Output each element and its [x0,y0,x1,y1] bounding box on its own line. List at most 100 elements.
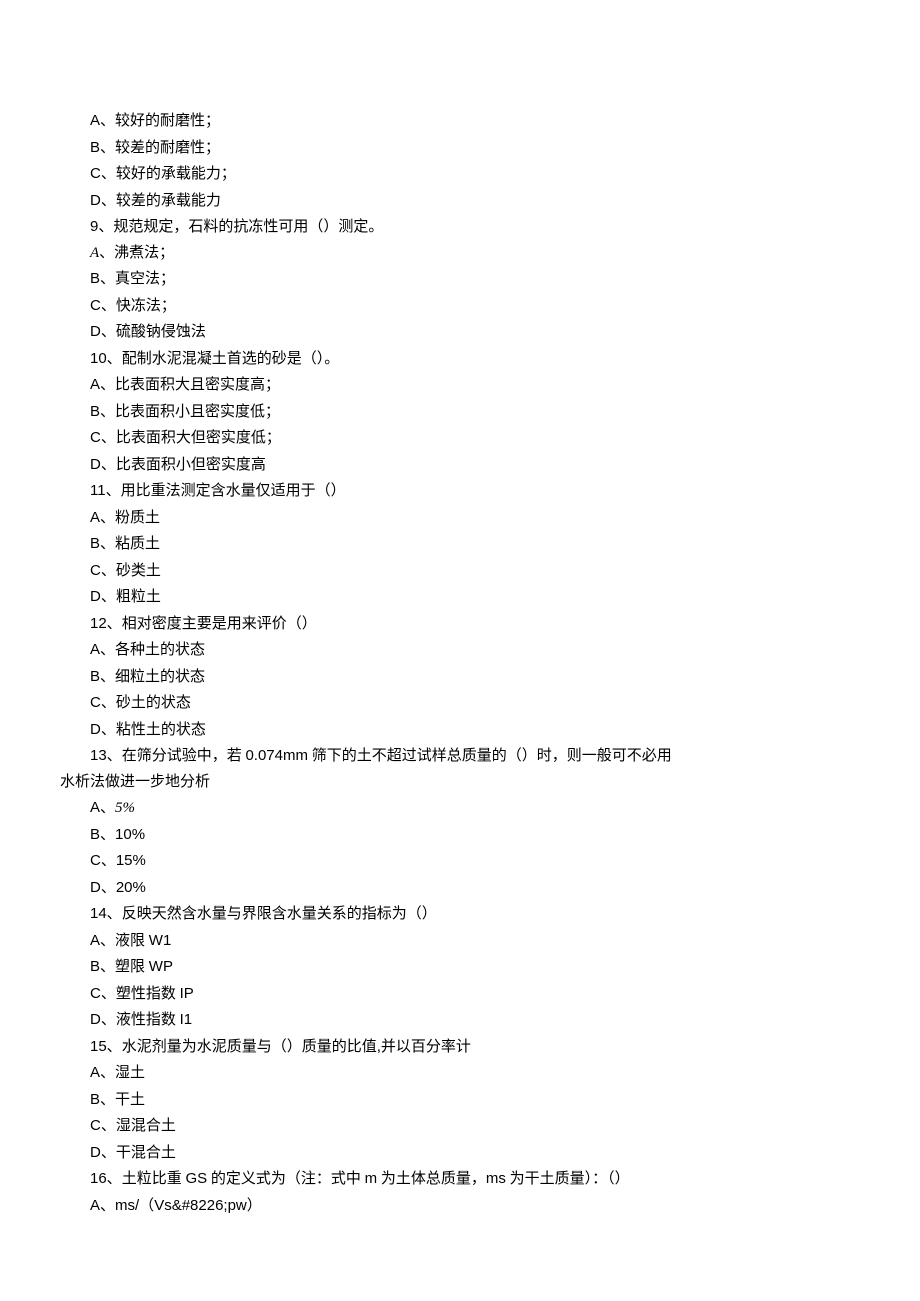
text-span: A、 [90,376,115,393]
text-span: C、 [90,562,116,579]
text-line: D、较差的承载能力 [60,188,860,215]
text-span: 水泥剂量为水泥质量与（）质量的比值 [122,1039,377,1055]
text-span: 细粒土的状态 [115,669,205,685]
text-span: 、沸煮法； [99,245,174,261]
text-span: GS [185,1170,207,1187]
text-span: A [90,245,99,261]
text-span: 9、 [90,218,113,235]
text-line: 12、相对密度主要是用来评价（） [60,611,860,638]
text-span: A、ms/ [90,1197,139,1214]
text-span: 10、 [90,350,122,367]
text-span: 粗粒土 [116,589,161,605]
text-span: 比表面积大但密实度低； [116,430,281,446]
text-line: D、干混合土 [60,1140,860,1167]
text-line: D、硫酸钠侵蚀法 [60,319,860,346]
text-span: C、 [90,297,116,314]
text-span: 0.074mm [245,747,308,764]
text-span: 硫酸钠侵蚀法 [116,324,206,340]
text-span: C、 [90,694,116,711]
text-line: 11、用比重法测定含水量仅适用于（） [60,478,860,505]
text-span: D、20% [90,879,146,896]
text-span: D、 [90,588,116,605]
text-line: C、砂类土 [60,558,860,585]
text-span: 12、 [90,615,122,632]
text-span: 湿土 [115,1065,145,1081]
text-span: W1 [149,932,172,949]
text-span: 液性指数 [116,1012,180,1028]
text-span: 湿混合土 [116,1118,176,1134]
text-span: C、 [90,429,116,446]
text-span: IP [180,985,194,1002]
text-span: D、 [90,1011,116,1028]
text-line: C、湿混合土 [60,1113,860,1140]
text-span: 土粒比重 [122,1171,186,1187]
text-line: C、比表面积大但密实度低； [60,425,860,452]
text-span: 塑限 [115,959,149,975]
text-line: B、粘质土 [60,531,860,558]
text-span: Vs&#8226;pw [154,1197,247,1214]
text-line: B、比表面积小且密实度低； [60,399,860,426]
text-span: A、 [90,799,115,816]
text-line: A、5% [60,795,860,822]
text-span: 在筛分试验中，若 [122,748,246,764]
text-span: 比表面积大且密实度高； [115,377,280,393]
text-span: 相对密度主要是用来评价（） [122,616,317,632]
text-span: 粘性土的状态 [116,722,206,738]
document-page: A、较好的耐磨性；B、较差的耐磨性；C、较好的承载能力；D、较差的承载能力9、规… [0,0,920,1279]
text-line: B、10% [60,822,860,849]
text-span: 液限 [115,933,149,949]
text-span: ） [247,1198,262,1214]
text-line: B、真空法； [60,266,860,293]
text-span: 为干土质量）：（） [506,1171,630,1187]
text-line: A、沸煮法； [60,241,860,267]
text-span: 砂土的状态 [116,695,191,711]
text-span: C、15% [90,852,146,869]
text-span: C、较好的承载能力； [90,165,236,182]
text-span: D、较差的承载能力 [90,192,221,209]
text-span: 比表面积小且密实度低； [115,404,280,420]
text-line: 14、反映天然含水量与界限含水量关系的指标为（） [60,901,860,928]
text-line: 水析法做进一步地分析 [60,770,860,796]
text-span: D、 [90,323,116,340]
text-span: 的定义式为（注：式中 [207,1171,365,1187]
text-line: A、各种土的状态 [60,637,860,664]
text-line: B、干土 [60,1087,860,1114]
text-span: B、 [90,958,115,975]
text-span: 各种土的状态 [115,642,205,658]
text-span: B、10% [90,826,145,843]
text-span: 并以百分率计 [381,1039,471,1055]
text-span: A、 [90,641,115,658]
text-span: 16、 [90,1170,122,1187]
text-line: C、15% [60,848,860,875]
text-span: 13、 [90,747,122,764]
text-span: B、 [90,668,115,685]
text-line: D、粗粒土 [60,584,860,611]
text-line: 10、配制水泥混凝土首选的砂是（）。 [60,346,860,373]
text-line: 16、土粒比重 GS 的定义式为（注：式中 m 为土体总质量，ms 为干土质量）… [60,1166,860,1193]
text-span: 干土 [115,1092,145,1108]
text-line: A、湿土 [60,1060,860,1087]
text-line: D、粘性土的状态 [60,717,860,744]
text-line: B、塑限 WP [60,954,860,981]
text-span: I1 [180,1011,193,1028]
text-span: 筛下的土不超过试样总质量的（）时，则一般可不必用 [308,748,672,764]
text-span: 用比重法测定含水量仅适用于（） [121,483,346,499]
text-line: C、较好的承载能力； [60,161,860,188]
text-span: A、 [90,509,115,526]
text-span: B、 [90,1091,115,1108]
text-span: B、 [90,403,115,420]
text-line: A、ms/（Vs&#8226;pw） [60,1193,860,1220]
text-span: 快冻法； [116,298,176,314]
text-line: C、塑性指数 IP [60,981,860,1008]
text-span: 砂类土 [116,563,161,579]
text-span: A、 [90,932,115,949]
text-span: 真空法； [115,271,175,287]
text-span: 粉质土 [115,510,160,526]
text-line: 13、在筛分试验中，若 0.074mm 筛下的土不超过试样总质量的（）时，则一般… [60,743,860,770]
text-line: D、液性指数 I1 [60,1007,860,1034]
text-span: 5% [115,800,135,816]
text-span: B、较差的耐磨性； [90,139,220,156]
text-line: A、粉质土 [60,505,860,532]
text-span: 比表面积小但密实度高 [116,457,266,473]
text-span: 14、 [90,905,122,922]
